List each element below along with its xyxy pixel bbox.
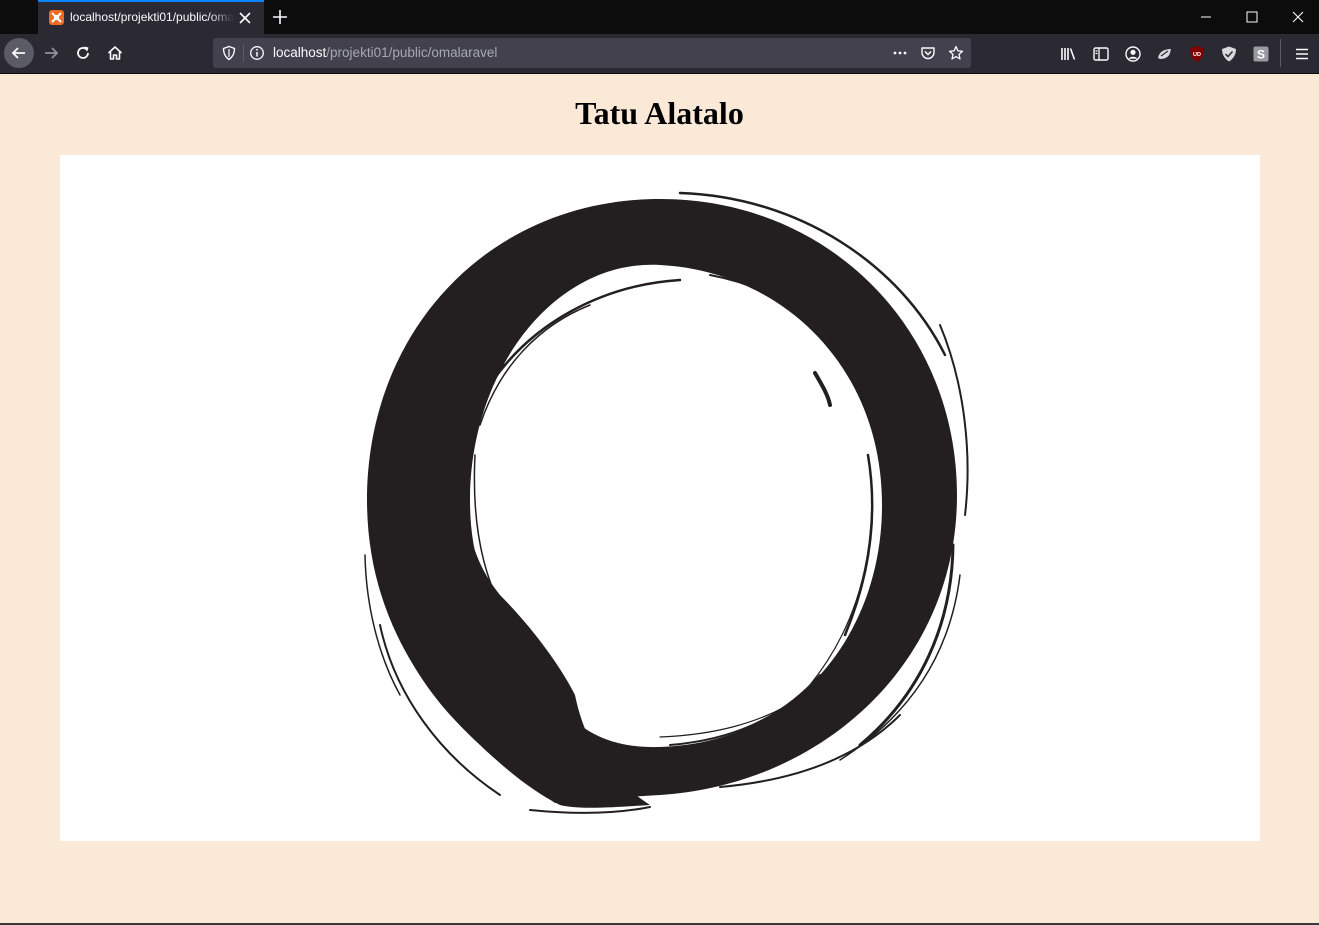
- site-info-icon[interactable]: [249, 45, 265, 61]
- tracking-shield-icon[interactable]: [221, 45, 237, 61]
- back-arrow-icon[interactable]: [4, 38, 34, 68]
- sidebar-toggle-icon[interactable]: [1092, 45, 1110, 63]
- tab-title: localhost/projekti01/public/omalaravel: [70, 10, 234, 24]
- new-tab-plus-icon[interactable]: [271, 8, 289, 26]
- home-icon[interactable]: [100, 38, 130, 68]
- enso-brush-circle-icon: [364, 191, 969, 814]
- account-icon[interactable]: [1124, 45, 1142, 63]
- s-extension-icon[interactable]: S: [1252, 45, 1270, 63]
- maximize-icon[interactable]: [1229, 0, 1275, 34]
- url-text[interactable]: localhost/projekti01/public/omalaravel: [273, 45, 497, 60]
- url-host: localhost: [273, 45, 327, 60]
- hamburger-menu-icon[interactable]: [1293, 45, 1311, 63]
- xampp-favicon-icon: [49, 10, 64, 25]
- tab-close-icon[interactable]: [238, 11, 252, 25]
- url-separator: [243, 44, 244, 62]
- title-bar: localhost/projekti01/public/omalaravel: [0, 0, 1319, 34]
- toolbar-divider: [1280, 39, 1281, 67]
- url-path: /projekti01/public/omalaravel: [326, 45, 498, 60]
- page-title: Tatu Alatalo: [575, 95, 744, 131]
- bookmark-star-icon[interactable]: [948, 45, 964, 61]
- forward-arrow-icon[interactable]: [36, 38, 66, 68]
- reload-icon[interactable]: [68, 38, 98, 68]
- enso-image: [60, 155, 1260, 841]
- pocket-icon[interactable]: [920, 45, 936, 61]
- library-icon[interactable]: [1060, 45, 1078, 63]
- address-bar[interactable]: localhost/projekti01/public/omalaravel: [213, 38, 971, 68]
- ublock-origin-icon[interactable]: UD: [1188, 45, 1206, 63]
- close-window-icon[interactable]: [1275, 0, 1319, 34]
- cat-extension-icon[interactable]: [1156, 45, 1174, 63]
- svg-text:S: S: [1257, 48, 1265, 62]
- navigation-toolbar: localhost/projekti01/public/omalaravel U…: [0, 34, 1319, 74]
- browser-tab[interactable]: localhost/projekti01/public/omalaravel: [38, 0, 264, 34]
- privacy-shield-extension-icon[interactable]: [1220, 45, 1238, 63]
- page-actions-ellipsis-icon[interactable]: [892, 45, 908, 61]
- svg-text:UD: UD: [1193, 52, 1201, 58]
- minimize-icon[interactable]: [1183, 0, 1229, 34]
